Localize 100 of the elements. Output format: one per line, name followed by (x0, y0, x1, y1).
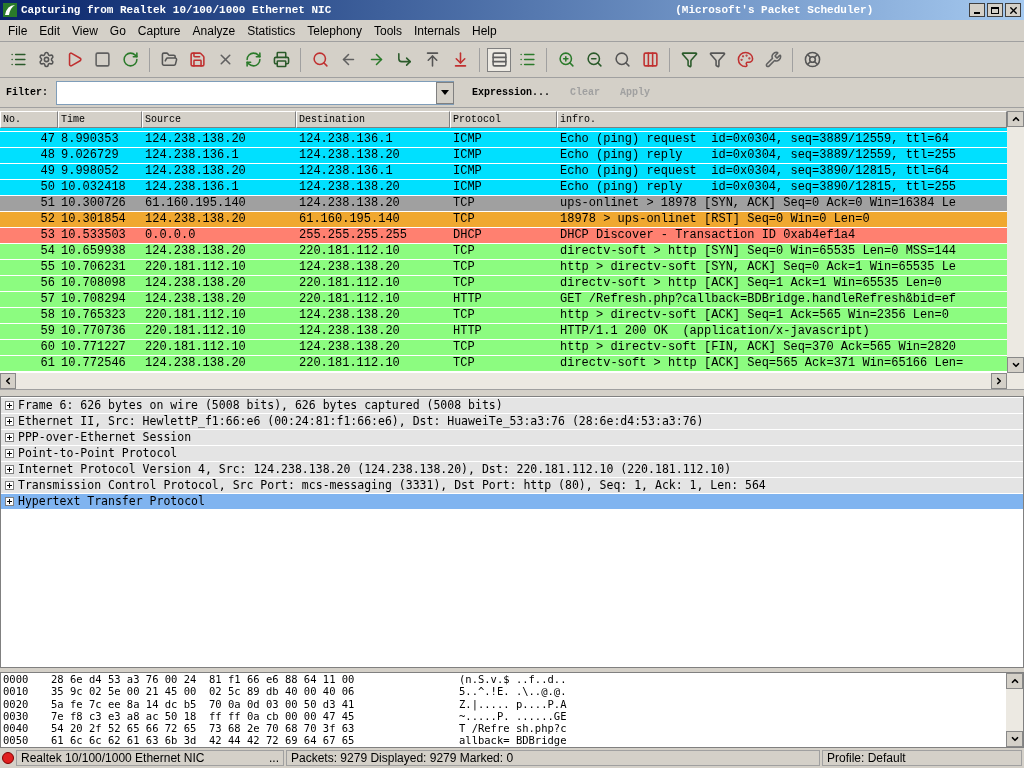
table-cell-text: 10.300726 (60, 196, 127, 211)
detail-row[interactable]: Frame 6: 626 bytes on wire (5008 bits), 626 bytes captured (5008 bits) (1, 398, 1023, 414)
menu-item[interactable]: Help (466, 21, 503, 40)
table-cell-text: 124.238.138.20 (144, 276, 247, 291)
hex-bytes: 5a fe 7c ee 8a 14 dc b5 70 0a 0d 03 00 50 d3 41 (51, 697, 356, 710)
scroll-down-button[interactable] (1006, 731, 1023, 747)
table-cell-text: 60 (39, 340, 56, 355)
table-cell-text: TCP (452, 260, 476, 275)
detail-row[interactable]: Internet Protocol Version 4, Src: 124.238.138.20 (124.238.138.20), Dst: 220.181.112.10 (220.181.112.10) (1, 462, 1023, 478)
close-button[interactable] (1005, 3, 1021, 17)
hex-bytes: 35 9c 02 5e 00 21 45 00 02 5c 89 db 40 00 40 06 (51, 685, 356, 698)
table-cell-text: TCP (452, 196, 476, 211)
menu-item[interactable]: View (66, 21, 104, 40)
column-header[interactable]: Destination (296, 111, 450, 128)
menu-item[interactable]: Analyze (186, 21, 242, 40)
filter-dropdown-button[interactable] (436, 81, 454, 104)
table-cell-text: http > directv-soft [FIN, ACK] Seq=370 Ack=565 Win=2820 (559, 340, 958, 355)
menu-item[interactable]: Telephony (301, 21, 368, 40)
table-cell-text: 10.533503 (60, 228, 127, 243)
scroll-up-button[interactable] (1006, 673, 1023, 689)
table-cell-text: 124.238.136.1 (298, 132, 394, 147)
table-cell-text: 220.181.112.10 (298, 292, 401, 307)
packet-row[interactable]: 50 10.032418 124.238.136.1 124.238.138.20 ICMP Echo (ping) reply id=0x0304, seq=3890/12815, ttl=255 (0, 180, 1007, 196)
detail-row[interactable]: Hypertext Transfer Protocol (1, 494, 1023, 510)
packet-row[interactable]: 48 9.026729 124.238.136.1 124.238.138.20 ICMP Echo (ping) reply id=0x0304, seq=3889/12559, ttl=255 (0, 148, 1007, 164)
interface-name: Realtek 10/100/1000 Ethernet NIC (21, 751, 205, 765)
scroll-right-button[interactable] (991, 373, 1007, 389)
table-cell-text: 220.181.112.10 (298, 356, 401, 371)
table-cell-text: 55 (39, 260, 56, 275)
column-header[interactable]: Time (58, 111, 142, 128)
expand-icon[interactable] (5, 401, 14, 410)
table-cell-text: DHCP (452, 228, 483, 243)
expand-icon[interactable] (5, 449, 14, 458)
chevron-down-icon (1010, 360, 1021, 370)
menu-item[interactable]: Capture (131, 21, 187, 40)
packet-row[interactable]: 51 10.300726 61.160.195.140 124.238.138.20 TCP ups-onlinet > 18978 [SYN, ACK] Seq=0 Ack=0 Win=16384 Le (0, 196, 1007, 212)
column-header[interactable]: infro. (557, 111, 1007, 128)
packet-row[interactable]: 56 10.708098 124.238.138.20 220.181.112.10 TCP directv-soft > http [ACK] Seq=1 Ack=1 Win=65535 Len=0 (0, 276, 1007, 292)
menu-item[interactable]: File (2, 21, 34, 40)
detail-row[interactable]: Transmission Control Protocol, Src Port: mcs-messaging (3331), Dst Port: http (80), Seq: 1, Ack: 1, Len: 564 (1, 478, 1023, 494)
table-cell-text: 10.708294 (60, 292, 127, 307)
profile-status[interactable]: Profile: Default (822, 750, 1022, 766)
packet-row[interactable]: 47 8.990353 124.238.138.20 124.238.136.1 ICMP Echo (ping) request id=0x0304, seq=3889/12559, ttl=64 (0, 132, 1007, 148)
menu-item[interactable]: Edit (33, 21, 67, 40)
packet-row[interactable]: 59 10.770736 220.181.112.10 124.238.138.20 HTTP HTTP/1.1 200 OK (application/x-javascript) (0, 324, 1007, 340)
packet-row[interactable]: 58 10.765323 220.181.112.10 124.238.138.20 TCP http > directv-soft [ACK] Seq=1 Ack=565 Win=2356 Len=0 (0, 308, 1007, 324)
table-cell-text: 18978 > ups-onlinet [RST] Seq=0 Win=0 Len=0 (559, 212, 871, 227)
column-header[interactable]: Protocol (450, 111, 557, 128)
hex-offset: 0010 (3, 685, 30, 698)
packet-row[interactable]: 61 10.772546 124.238.138.20 220.181.112.10 TCP directv-soft > http [ACK] Seq=565 Ack=371 Win=65166 Len= (0, 356, 1007, 372)
table-cell-text: 51 (39, 196, 56, 211)
hex-offset: 0020 (3, 697, 30, 710)
scroll-up-button[interactable] (1007, 111, 1024, 127)
column-header[interactable]: Source (142, 111, 296, 128)
expand-icon[interactable] (5, 481, 14, 490)
menu-item[interactable]: Internals (408, 21, 467, 40)
menu-item[interactable]: Go (103, 21, 132, 40)
table-cell-text: Echo (ping) request id=0x0304, seq=3889/12559, ttl=64 (559, 132, 950, 147)
more-button[interactable]: ... (269, 751, 279, 765)
detail-text: PPP-over-Ethernet Session (18, 428, 192, 446)
table-cell-text: ICMP (452, 164, 483, 179)
packet-row[interactable]: 54 10.659938 124.238.138.20 220.181.112.10 TCP directv-soft > http [SYN] Seq=0 Win=65535 Len=0 MSS=144 (0, 244, 1007, 260)
minimize-button[interactable] (969, 3, 985, 17)
vertical-scrollbar[interactable] (1006, 673, 1023, 747)
table-cell-text: 10.708098 (60, 276, 127, 291)
packet-row[interactable]: 55 10.706231 220.181.112.10 124.238.138.20 TCP http > directv-soft [SYN, ACK] Seq=0 Ack=1 Win=65535 Le (0, 260, 1007, 276)
packet-row[interactable]: 49 9.998052 124.238.138.20 124.238.136.1 ICMP Echo (ping) request id=0x0304, seq=3890/12815, ttl=64 (0, 164, 1007, 180)
colorize-icon[interactable] (487, 47, 511, 72)
maximize-button[interactable] (987, 3, 1003, 17)
expand-icon[interactable] (5, 433, 14, 442)
table-cell-text: 124.238.138.20 (144, 132, 247, 147)
table-cell-text: 0.0.0.0 (144, 228, 197, 243)
table-cell-text: TCP (452, 308, 476, 323)
table-cell-text: 124.238.136.1 (144, 180, 240, 195)
detail-row[interactable]: Point-to-Point Protocol (1, 446, 1023, 462)
packet-row[interactable]: 53 10.533503 0.0.0.0 255.255.255.255 DHCP DHCP Discover - Transaction ID 0xab4ef1a4 (0, 228, 1007, 244)
horizontal-scrollbar[interactable] (0, 373, 1024, 390)
expand-icon[interactable] (5, 417, 14, 426)
table-cell-text: ICMP (452, 180, 483, 195)
filter-button[interactable]: Expression... (464, 85, 559, 100)
menu-item[interactable]: Tools (368, 21, 408, 40)
expand-icon[interactable] (5, 497, 14, 506)
scroll-down-button[interactable] (1007, 357, 1024, 373)
scroll-left-button[interactable] (0, 373, 16, 389)
menu-item[interactable]: Statistics (241, 21, 302, 40)
table-cell-text: directv-soft > http [ACK] Seq=565 Ack=371 Win=65166 Len= (559, 356, 965, 371)
filter-field[interactable] (56, 80, 454, 105)
table-cell-text: 61 (39, 356, 56, 371)
hex-offset: 0030 (3, 709, 30, 723)
vertical-scrollbar[interactable] (1007, 111, 1024, 373)
column-header[interactable]: No. (0, 111, 58, 128)
expand-icon[interactable] (5, 465, 14, 474)
detail-row[interactable]: Ethernet II, Src: HewlettP_f1:66:e6 (00:24:81:f1:66:e6), Dst: HuaweiTe_53:a3:76 (28:6e:d4:53:a3:76) (1, 414, 1023, 430)
detail-row[interactable]: PPP-over-Ethernet Session (1, 430, 1023, 446)
packet-row[interactable]: 60 10.771227 220.181.112.10 124.238.138.20 TCP http > directv-soft [FIN, ACK] Seq=370 Ack=565 Win=2820 (0, 340, 1007, 356)
table-cell-text: DHCP Discover - Transaction ID 0xab4ef1a4 (559, 228, 857, 243)
window-title: Capturing from Realtek 10/100/1000 Ethernet NIC (21, 2, 332, 18)
packet-row[interactable]: 57 10.708294 124.238.138.20 220.181.112.10 HTTP GET /Refresh.php?callback=BDBridge.handleRefresh&bid=ef (0, 292, 1007, 308)
hex-offset: 0050 (3, 734, 30, 747)
packet-row[interactable]: 52 10.301854 124.238.138.20 61.160.195.140 TCP 18978 > ups-onlinet [RST] Seq=0 Win=0 Len=0 (0, 212, 1007, 228)
